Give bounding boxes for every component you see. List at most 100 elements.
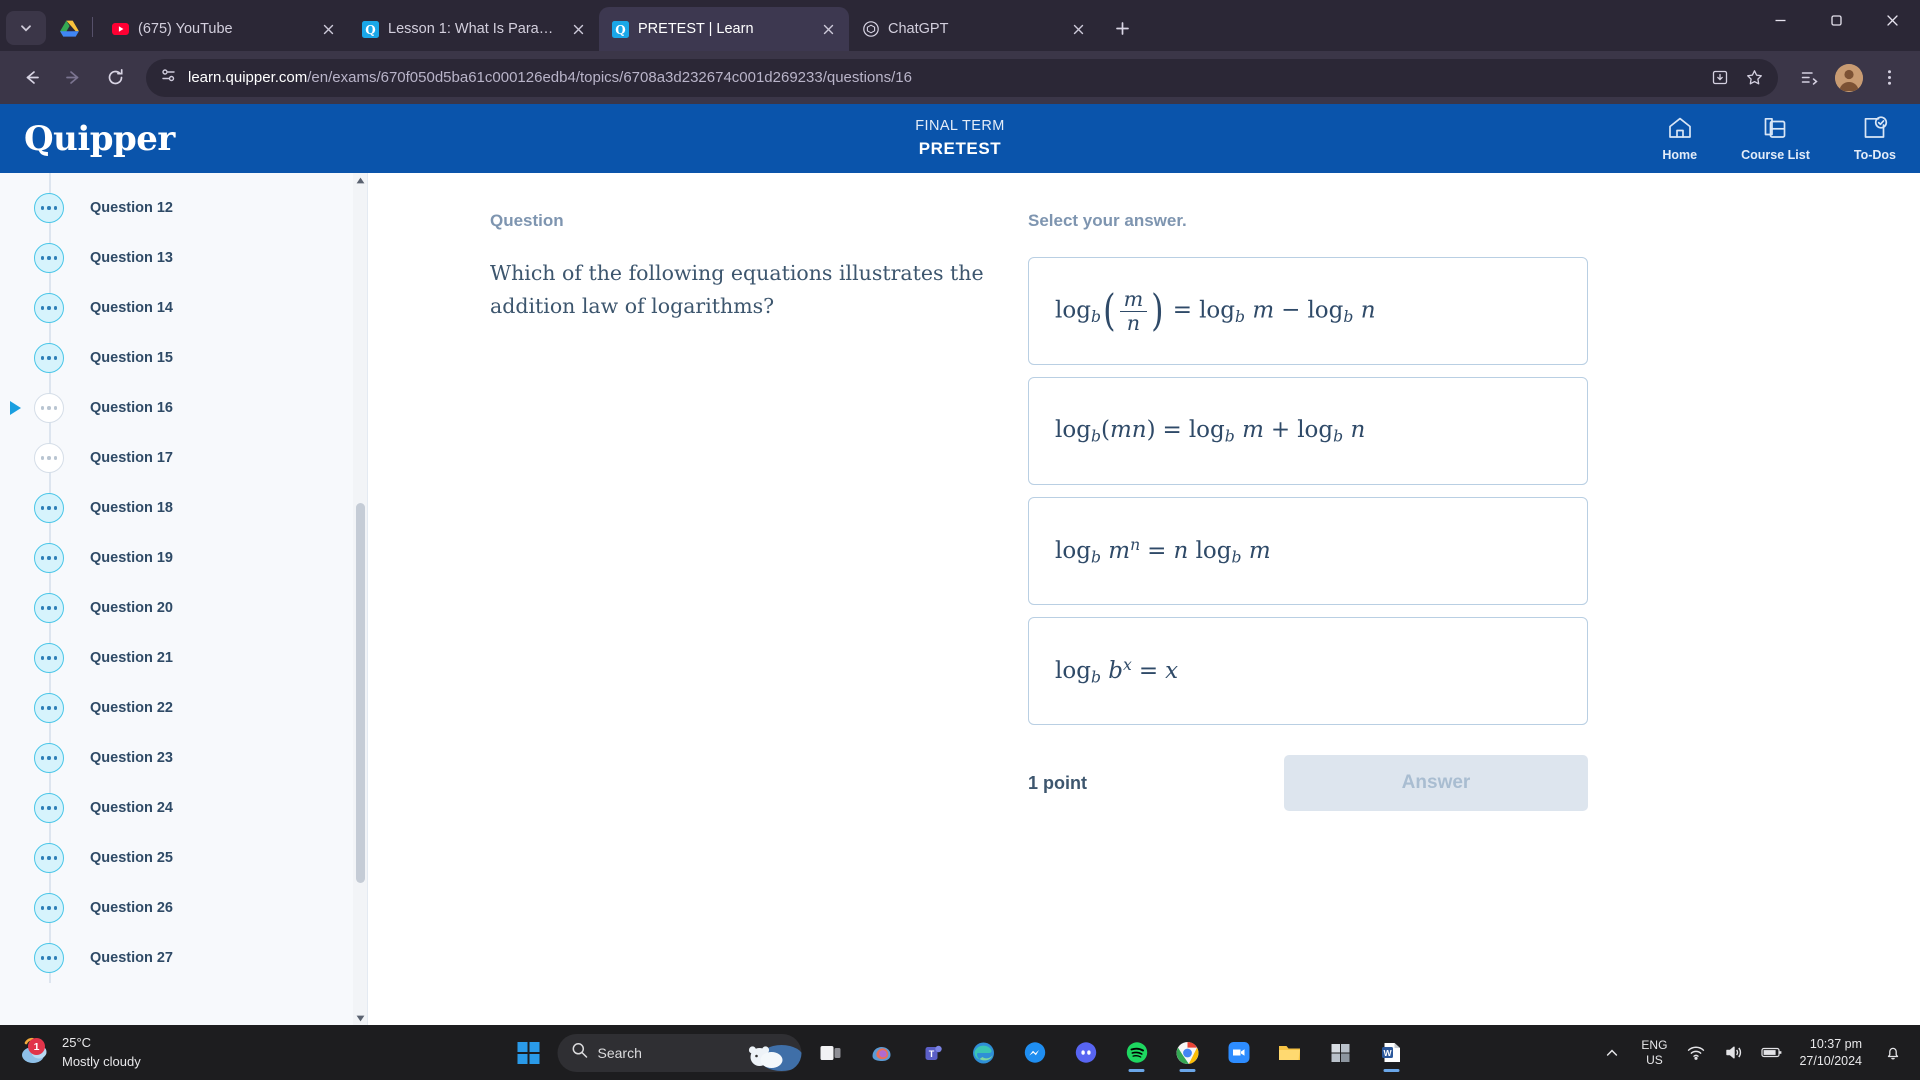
home-icon <box>1667 116 1693 145</box>
status-dot <box>53 906 58 910</box>
wifi-icon[interactable] <box>1681 1036 1711 1070</box>
question-status-icon <box>34 393 64 423</box>
file-explorer-icon[interactable] <box>1268 1031 1312 1075</box>
show-hidden-icons-chevron[interactable] <box>1597 1036 1627 1070</box>
status-dot <box>47 606 51 610</box>
chrome-icon[interactable] <box>1166 1031 1210 1075</box>
reload-button[interactable] <box>96 59 134 97</box>
close-icon[interactable] <box>1067 18 1089 40</box>
google-drive-icon[interactable] <box>52 11 86 45</box>
start-button-icon[interactable] <box>507 1031 551 1075</box>
sidebar-question-item[interactable]: Question 24 <box>0 783 367 833</box>
forward-button[interactable] <box>54 59 92 97</box>
install-app-icon[interactable] <box>1704 62 1736 94</box>
exam-title-block: FINAL TERM PRETEST <box>0 116 1920 162</box>
back-button[interactable] <box>12 59 50 97</box>
edge-icon[interactable] <box>962 1031 1006 1075</box>
copilot-icon[interactable] <box>860 1031 904 1075</box>
answers-heading: Select your answer. <box>1028 211 1187 230</box>
nav-to-dos-label: To-Dos <box>1853 147 1896 162</box>
sidebar-question-item[interactable]: Question 26 <box>0 883 367 933</box>
status-dot <box>53 306 58 310</box>
question-status-icon <box>34 443 64 473</box>
chrome-menu-icon[interactable] <box>1870 59 1908 97</box>
spotify-icon[interactable] <box>1115 1031 1159 1075</box>
weather-widget[interactable]: 1 25°C Mostly cloudy <box>0 1034 141 1071</box>
store-icon[interactable] <box>1319 1031 1363 1075</box>
zoom-icon[interactable] <box>1217 1031 1261 1075</box>
exam-name: PRETEST <box>918 138 1002 158</box>
sidebar-question-item[interactable]: Question 22 <box>0 683 367 733</box>
toolbar-right-actions <box>1790 59 1908 97</box>
question-label: Question 14 <box>90 300 173 316</box>
word-icon[interactable]: W <box>1370 1031 1414 1075</box>
close-window-button[interactable] <box>1864 0 1920 40</box>
browser-tab-lesson[interactable]: Q Lesson 1: What Is Paraphrasing? <box>349 7 599 51</box>
status-dot <box>53 956 58 960</box>
answer-choice-2[interactable]: logb(mn) = logb m + logb n <box>1028 377 1588 485</box>
status-dot <box>40 206 45 210</box>
clock[interactable]: 10:37 pm 27/10/2024 <box>1795 1036 1870 1069</box>
site-settings-icon[interactable] <box>160 67 177 89</box>
maximize-button[interactable] <box>1808 0 1864 40</box>
svg-text:T: T <box>929 1049 935 1059</box>
sidebar-question-item[interactable]: Question 25 <box>0 833 367 883</box>
bookmark-star-icon[interactable] <box>1738 62 1770 94</box>
status-dot <box>53 256 58 260</box>
question-status-icon <box>34 243 64 273</box>
close-icon[interactable] <box>817 18 839 40</box>
question-label: Question 25 <box>90 850 173 866</box>
messenger-icon[interactable] <box>1013 1031 1057 1075</box>
question-status-icon <box>34 793 64 823</box>
quipper-logo[interactable]: Quipper <box>24 119 175 159</box>
answer-choice-4[interactable]: logb bx = x <box>1028 617 1588 725</box>
sidebar-question-item[interactable]: Question 12 <box>0 183 367 233</box>
scroll-up-arrow-icon[interactable] <box>353 173 367 187</box>
sidebar-question-item[interactable]: Question 21 <box>0 633 367 683</box>
answer-choice-2-math: logb(mn) = logb m + logb n <box>1055 416 1366 446</box>
sidebar-question-item[interactable]: Question 27 <box>0 933 367 983</box>
volume-icon[interactable] <box>1719 1036 1749 1070</box>
tab-strip-tabs: (675) YouTube Q Lesson 1: What Is Paraph… <box>0 0 1752 51</box>
discord-icon[interactable] <box>1064 1031 1108 1075</box>
battery-icon[interactable] <box>1757 1036 1787 1070</box>
browser-tab-youtube[interactable]: (675) YouTube <box>99 7 349 51</box>
nav-to-dos[interactable]: To-Dos <box>1853 115 1896 162</box>
sidebar-question-item[interactable]: Question 19 <box>0 533 367 583</box>
answer-button[interactable]: Answer <box>1284 755 1588 811</box>
status-dot <box>40 756 45 760</box>
sidebar-scrollbar[interactable] <box>353 173 367 1025</box>
language-indicator[interactable]: ENG US <box>1635 1038 1673 1068</box>
browser-tab-pretest[interactable]: Q PRETEST | Learn <box>599 7 849 51</box>
scroll-down-arrow-icon[interactable] <box>353 1011 367 1025</box>
new-tab-button[interactable] <box>1105 11 1139 45</box>
task-view-icon[interactable] <box>809 1031 853 1075</box>
sidebar-question-item[interactable]: Question 13 <box>0 233 367 283</box>
reading-list-icon[interactable] <box>1790 59 1828 97</box>
sidebar-question-item[interactable]: Question 18 <box>0 483 367 533</box>
nav-course-list[interactable]: Course List <box>1741 116 1810 162</box>
profile-avatar[interactable] <box>1830 59 1868 97</box>
sidebar-question-item[interactable]: Question 17 <box>0 433 367 483</box>
sidebar-question-item[interactable]: Question 23 <box>0 733 367 783</box>
teams-icon[interactable]: T <box>911 1031 955 1075</box>
question-status-icon <box>34 293 64 323</box>
minimize-button[interactable] <box>1752 0 1808 40</box>
browser-tab-chatgpt[interactable]: ChatGPT <box>849 7 1099 51</box>
sidebar-question-item[interactable]: Question 20 <box>0 583 367 633</box>
nav-home-label: Home <box>1662 147 1698 162</box>
sidebar-question-item[interactable]: Question 16 <box>0 383 367 433</box>
tab-search-chevron-icon[interactable] <box>6 11 46 45</box>
answer-choice-1[interactable]: logb(m n) = logb m − logb n <box>1028 257 1588 365</box>
answer-choice-3[interactable]: logb mn = n logb m <box>1028 497 1588 605</box>
scrollbar-thumb[interactable] <box>356 503 365 883</box>
address-bar[interactable]: learn.quipper.com/en/exams/670f050d5ba61… <box>146 58 1778 97</box>
notification-bell-icon[interactable] <box>1878 1036 1908 1070</box>
svg-text:Q: Q <box>365 23 375 37</box>
sidebar-question-item[interactable]: Question 15 <box>0 333 367 383</box>
sidebar-question-item[interactable]: Question 14 <box>0 283 367 333</box>
close-icon[interactable] <box>317 18 339 40</box>
nav-home[interactable]: Home <box>1662 116 1697 162</box>
taskbar-search[interactable]: Search <box>557 1033 802 1072</box>
close-icon[interactable] <box>567 18 589 40</box>
